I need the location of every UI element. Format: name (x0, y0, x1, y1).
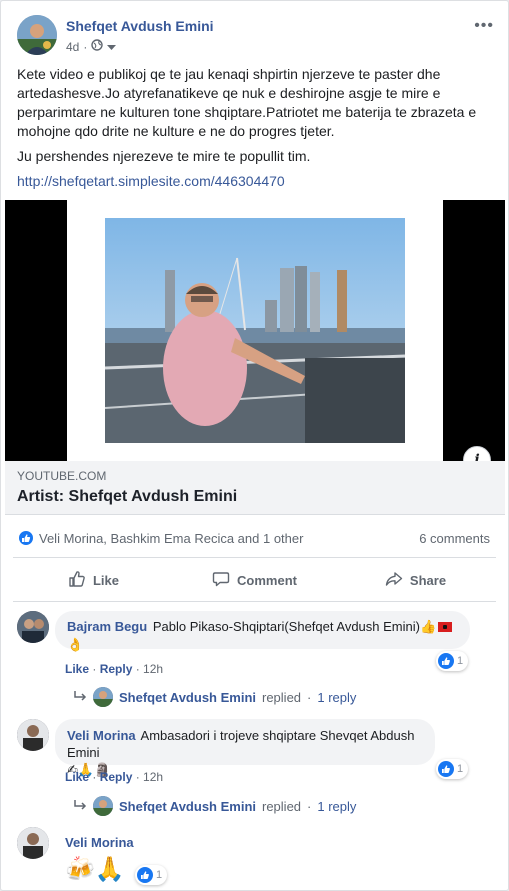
globe-icon[interactable] (91, 39, 104, 54)
like-reaction-icon (17, 529, 35, 547)
comment-bubble: Bajram Begu Pablo Pikaso-Shqiptari(Shefq… (55, 611, 470, 653)
comment-time[interactable]: 12h (143, 770, 163, 784)
link-title[interactable]: Artist: Shefqet Avdush Emini (17, 488, 237, 506)
replier-name: Shefqet Avdush Emini (119, 798, 256, 814)
like-reaction-icon (438, 653, 454, 669)
replied-label: replied (262, 689, 302, 705)
comment-actions: Like · Reply · 12h (65, 770, 164, 784)
like-button[interactable]: Like (13, 564, 174, 596)
comment-like-link[interactable]: Like (65, 662, 89, 676)
commenter-avatar[interactable] (17, 719, 49, 751)
link-preview[interactable]: YOUTUBE.COM Artist: Shefqet Avdush Emini (5, 461, 505, 515)
link-domain: YOUTUBE.COM (17, 469, 107, 483)
like-label: Like (92, 572, 119, 588)
post-body: Kete video e publikoj qe te jau kenaqi s… (17, 65, 487, 197)
share-label: Share (409, 572, 447, 588)
post-meta: 4d · (66, 39, 117, 54)
comment-reaction[interactable]: 1 (436, 759, 469, 779)
post-paragraph: Kete video e publikoj qe te jau kenaqi s… (17, 66, 477, 139)
comment-reply-link[interactable]: Reply (100, 662, 133, 676)
replies-link[interactable]: Shefqet Avdush Emini replied · 1 reply (73, 687, 356, 707)
commenter-avatar[interactable] (17, 827, 49, 859)
replied-label: replied (262, 798, 302, 814)
author-avatar[interactable] (17, 15, 57, 55)
post-card: Shefqet Avdush Emini 4d · ••• Kete video… (0, 0, 509, 891)
albania-flag-icon (438, 622, 453, 632)
comment: Bajram Begu Pablo Pikaso-Shqiptari(Shefq… (17, 611, 487, 711)
video-player[interactable]: i (5, 200, 505, 474)
reaction-names[interactable]: Veli Morina, Bashkim Ema Recica and 1 ot… (39, 531, 303, 546)
divider (13, 601, 496, 602)
replier-avatar (93, 796, 113, 816)
author-name[interactable]: Shefqet Avdush Emini (66, 18, 214, 34)
reply-count: 1 reply (317, 689, 357, 705)
reactions-summary[interactable]: Veli Morina, Bashkim Ema Recica and 1 ot… (17, 529, 492, 549)
post-header: Shefqet Avdush Emini 4d · ••• (17, 15, 496, 59)
reaction-count: 1 (457, 763, 464, 775)
comment-reply-link[interactable]: Reply (100, 770, 133, 784)
commenter-name[interactable]: Veli Morina (65, 835, 134, 850)
comment-button[interactable]: Comment (174, 564, 335, 596)
reply-arrow-icon (73, 690, 87, 705)
comment-reaction[interactable]: 1 (436, 651, 469, 671)
comment-label: Comment (237, 572, 297, 588)
comment-emojis: 🍻🙏 (65, 855, 125, 883)
share-icon (385, 570, 403, 591)
more-options-icon[interactable]: ••• (474, 17, 494, 35)
divider (13, 557, 496, 558)
comment: Veli Morina Ambasadori i trojeve shqipta… (17, 719, 487, 819)
comment-actions: Like · Reply · 12h (65, 662, 164, 676)
commenter-name[interactable]: Bajram Begu (67, 619, 147, 634)
comment-bubble: Veli Morina Ambasadori i trojeve shqipta… (55, 719, 435, 778)
like-reaction-icon (137, 867, 153, 883)
post-link[interactable]: http://shefqetart.simplesite.com/4463044… (17, 173, 285, 189)
post-time[interactable]: 4d (66, 40, 79, 54)
replier-name: Shefqet Avdush Emini (119, 689, 256, 705)
reply-count: 1 reply (317, 798, 357, 814)
reaction-count: 1 (457, 655, 464, 667)
reply-arrow-icon (73, 799, 87, 814)
thumbs-up-icon (68, 570, 86, 591)
comment-like-link[interactable]: Like (65, 770, 89, 784)
commenter-name[interactable]: Veli Morina (67, 728, 136, 743)
replies-link[interactable]: Shefqet Avdush Emini replied · 1 reply (73, 796, 356, 816)
post-paragraph: Ju pershendes njerezeve te mire te popul… (17, 148, 311, 164)
comment-time[interactable]: 12h (143, 662, 163, 676)
comment: Veli Morina 🍻🙏 1 (17, 827, 487, 889)
reaction-count: 1 (156, 869, 163, 881)
video-thumbnail[interactable] (105, 218, 405, 443)
comments-count[interactable]: 6 comments (419, 531, 490, 546)
comment-icon (212, 570, 230, 591)
commenter-avatar[interactable] (17, 611, 49, 643)
like-reaction-icon (438, 761, 454, 777)
comment-text: Pablo Pikaso-Shqiptari(Shefqet Avdush Em… (152, 619, 420, 634)
post-actions: Like Comment Share (13, 564, 496, 596)
thumbs-up-emoji: 👍 (419, 620, 437, 635)
ok-hand-emoji: 👌 (67, 638, 84, 653)
chevron-down-icon[interactable] (107, 40, 117, 54)
replier-avatar (93, 687, 113, 707)
comment-reaction[interactable]: 1 (135, 865, 168, 885)
share-button[interactable]: Share (335, 564, 496, 596)
